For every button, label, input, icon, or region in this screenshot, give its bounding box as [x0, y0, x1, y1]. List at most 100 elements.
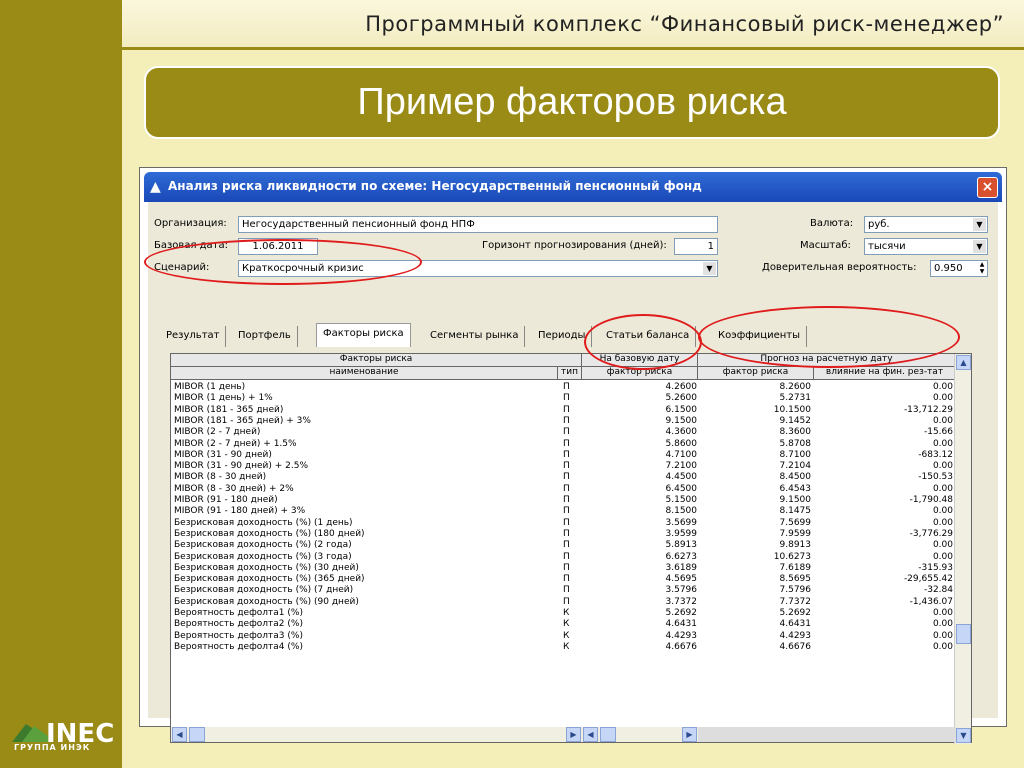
org-field[interactable]: Негосударственный пенсионный фонд НПФ	[238, 216, 718, 233]
app-triangle-icon: ▲	[150, 179, 161, 195]
scroll-thumb-middle[interactable]	[600, 727, 616, 742]
table-row[interactable]: MIBOR (181 - 365 дней) + 3% П 9.1500 9.1452…	[171, 416, 955, 427]
table-row[interactable]: MIBOR (181 - 365 дней) П 6.1500 10.1500 -13,…	[171, 405, 955, 416]
cell-type: К	[563, 608, 570, 618]
table-row[interactable]: Безрисковая доходность (%) (180 дней) П 3.…	[171, 529, 955, 540]
scroll-right-icon[interactable]: ▶	[566, 727, 581, 742]
tab-coefficients[interactable]: Коэффициенты	[712, 326, 808, 347]
table-row[interactable]: Вероятность дефолта2 (%) К 4.6431 4.6431 0.0…	[171, 619, 955, 630]
scroll-left-icon[interactable]: ◀	[583, 727, 598, 742]
cell-name: MIBOR (181 - 365 дней) + 3%	[174, 415, 311, 426]
table-row[interactable]: Безрисковая доходность (%) (90 дней) П 3.7…	[171, 597, 955, 608]
close-button[interactable]: ×	[977, 177, 998, 198]
group-header-forecast: Прогноз на расчетную дату	[698, 354, 956, 367]
tab-periods[interactable]: Периоды	[532, 326, 593, 347]
cell-forecast-factor: 8.5695	[779, 574, 812, 585]
cell-type: П	[563, 427, 570, 438]
chevron-down-icon[interactable]: ▼	[703, 262, 716, 275]
cell-base-factor: 5.2600	[665, 393, 698, 404]
cell-base-factor: 6.4500	[665, 483, 698, 494]
column-header-influence[interactable]: влияние на фин. рез-тат	[814, 367, 956, 380]
table-row[interactable]: MIBOR (1 день) П 4.2600 8.2600 0.00	[171, 382, 955, 393]
scroll-down-icon[interactable]: ▼	[956, 728, 971, 743]
cell-influence: -150.53	[918, 472, 953, 483]
cell-base-factor: 4.7100	[665, 449, 698, 460]
cell-type: П	[563, 562, 570, 573]
currency-select[interactable]: руб. ▼	[864, 216, 988, 233]
table-row[interactable]: MIBOR (2 - 7 дней) + 1.5% П 5.8600 5.8708 0.…	[171, 439, 955, 450]
cell-type: П	[563, 415, 570, 426]
scale-select[interactable]: тысячи ▼	[864, 238, 988, 255]
spinner-arrows-icon[interactable]: ▲ ▼	[977, 261, 987, 276]
cell-name: MIBOR (181 - 365 дней)	[174, 404, 284, 415]
table-row[interactable]: MIBOR (1 день) + 1% П 5.2600 5.2731 0.00	[171, 393, 955, 404]
cell-forecast-factor: 8.2600	[779, 382, 812, 392]
column-header-forecast-factor[interactable]: фактор риска	[698, 367, 814, 380]
cell-influence: 0.00	[932, 517, 953, 528]
cell-forecast-factor: 9.1500	[779, 495, 812, 505]
vertical-scrollbar[interactable]: ▲ ▼	[954, 354, 971, 744]
table-row[interactable]: Безрисковая доходность (%) (1 день) П 3.56…	[171, 518, 955, 529]
cell-influence: 0.00	[932, 608, 953, 618]
group-header-factors: Факторы риска	[171, 354, 582, 367]
cell-type: П	[563, 506, 570, 517]
table-row[interactable]: Безрисковая доходность (%) (30 дней) П 3.6…	[171, 563, 955, 574]
table-row[interactable]: Безрисковая доходность (%) (2 года) П 5.89…	[171, 540, 955, 551]
cell-forecast-factor: 4.6431	[779, 619, 812, 630]
horizon-field[interactable]: 1	[674, 238, 718, 255]
table-row[interactable]: Вероятность дефолта4 (%) К 4.6676 4.6676 0.0…	[171, 642, 955, 653]
base-date-label: Базовая дата:	[154, 240, 229, 251]
cell-influence: -13,712.29	[903, 404, 953, 415]
cell-forecast-factor: 7.9599	[779, 528, 812, 539]
scenario-select[interactable]: Краткосрочный кризис ▼	[238, 260, 718, 277]
horizontal-scrollbar-left[interactable]: ◀ ▶	[171, 727, 582, 742]
table-row[interactable]: Безрисковая доходность (%) (7 дней) П 3.57…	[171, 585, 955, 596]
table-row[interactable]: MIBOR (31 - 90 дней) П 4.7100 8.7100 -683.12	[171, 450, 955, 461]
cell-name: Безрисковая доходность (%) (3 года)	[174, 551, 352, 562]
tab-portfolio[interactable]: Портфель	[232, 326, 298, 347]
table-row[interactable]: MIBOR (2 - 7 дней) П 4.3600 8.3600 -15.66	[171, 427, 955, 438]
cell-base-factor: 8.1500	[665, 506, 698, 517]
table-row[interactable]: Вероятность дефолта3 (%) К 4.4293 4.4293 0.0…	[171, 631, 955, 642]
table-row[interactable]: Безрисковая доходность (%) (365 дней) П 4.…	[171, 574, 955, 585]
cell-base-factor: 4.4293	[665, 630, 698, 641]
scroll-up-icon[interactable]: ▲	[956, 355, 971, 370]
cell-influence: 0.00	[932, 540, 953, 551]
cell-influence: 0.00	[932, 551, 953, 562]
column-header-name[interactable]: наименование	[171, 367, 558, 380]
tab-market-segments[interactable]: Сегменты рынка	[424, 326, 526, 347]
cell-base-factor: 4.6431	[665, 619, 698, 630]
cell-influence: 0.00	[932, 619, 953, 630]
cell-influence: 0.00	[932, 483, 953, 494]
column-header-type[interactable]: тип	[558, 367, 582, 380]
cell-base-factor: 4.2600	[665, 382, 698, 392]
chevron-down-icon[interactable]: ▼	[973, 218, 986, 231]
cell-name: MIBOR (2 - 7 дней)	[174, 427, 261, 438]
table-row[interactable]: MIBOR (31 - 90 дней) + 2.5% П 7.2100 7.2104…	[171, 461, 955, 472]
table-row[interactable]: MIBOR (91 - 180 дней) П 5.1500 9.1500 -1,790…	[171, 495, 955, 506]
scroll-thumb-left[interactable]	[189, 727, 205, 742]
scroll-thumb[interactable]	[956, 624, 971, 644]
column-header-base-factor[interactable]: фактор риска	[582, 367, 698, 380]
table-row[interactable]: MIBOR (8 - 30 дней) П 4.4500 8.4500 -150.53	[171, 472, 955, 483]
table-row[interactable]: MIBOR (8 - 30 дней) + 2% П 6.4500 6.4543 0.0…	[171, 484, 955, 495]
cell-type: П	[563, 393, 570, 404]
base-date-field[interactable]: 1.06.2011	[238, 238, 318, 255]
scroll-left-icon[interactable]: ◀	[172, 727, 187, 742]
confidence-spinner[interactable]: 0.950 ▲ ▼	[930, 260, 988, 277]
chevron-down-icon[interactable]: ▼	[973, 240, 986, 253]
horizontal-scrollbar-middle[interactable]: ◀ ▶	[582, 727, 698, 742]
table-row[interactable]: Безрисковая доходность (%) (3 года) П 6.62…	[171, 552, 955, 563]
window-titlebar[interactable]: ▲ Анализ риска ликвидности по схеме: Нег…	[144, 172, 1002, 202]
cell-type: П	[563, 483, 570, 494]
cell-name: Безрисковая доходность (%) (2 года)	[174, 540, 352, 551]
tab-balance-items[interactable]: Статьи баланса	[600, 326, 697, 347]
risk-factors-grid[interactable]: Факторы риска На базовую дату Прогноз на…	[170, 353, 972, 744]
scroll-right-icon[interactable]: ▶	[682, 727, 697, 742]
tab-result[interactable]: Результат	[160, 326, 227, 347]
tab-risk-factors[interactable]: Факторы риска	[316, 323, 411, 347]
table-row[interactable]: MIBOR (91 - 180 дней) + 3% П 8.1500 8.1475 0…	[171, 506, 955, 517]
table-row[interactable]: Вероятность дефолта1 (%) К 5.2692 5.2692 0.0…	[171, 608, 955, 619]
cell-forecast-factor: 7.6189	[779, 562, 812, 573]
cell-base-factor: 4.4500	[665, 472, 698, 483]
